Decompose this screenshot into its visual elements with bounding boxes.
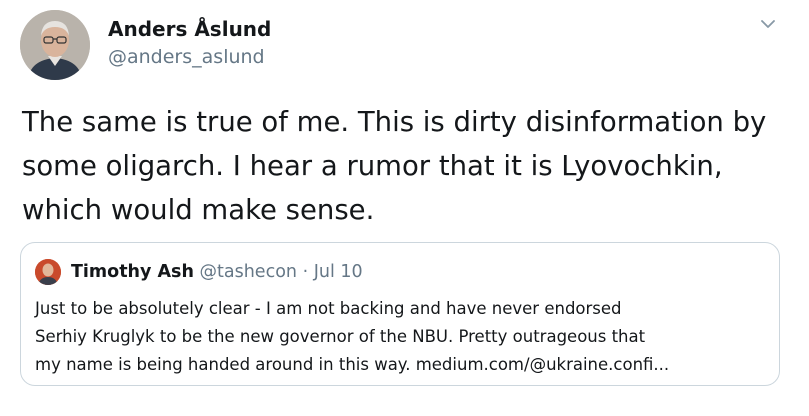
chevron-down-icon[interactable] — [757, 13, 779, 35]
tweet: Anders Åslund @anders_aslund The same is… — [0, 0, 809, 416]
separator-dot: · — [302, 262, 309, 282]
author-avatar[interactable] — [20, 10, 90, 80]
quoted-tweet[interactable]: Timothy Ash @tashecon · Jul 10 Just to b… — [20, 242, 780, 386]
quoted-author-avatar[interactable] — [35, 259, 61, 285]
author-name[interactable]: Anders Åslund — [108, 17, 271, 41]
quoted-tweet-date[interactable]: Jul 10 — [314, 262, 363, 282]
quoted-author-handle[interactable]: @tashecon — [200, 262, 297, 282]
quoted-author-name[interactable]: Timothy Ash — [71, 262, 194, 282]
tweet-text: The same is true of me. This is dirty di… — [22, 106, 767, 226]
quoted-tweet-text: Just to be absolutely clear - I am not b… — [35, 299, 670, 374]
author-handle[interactable]: @anders_aslund — [108, 46, 265, 68]
quoted-tweet-header: Timothy Ash @tashecon · Jul 10 — [71, 262, 363, 282]
